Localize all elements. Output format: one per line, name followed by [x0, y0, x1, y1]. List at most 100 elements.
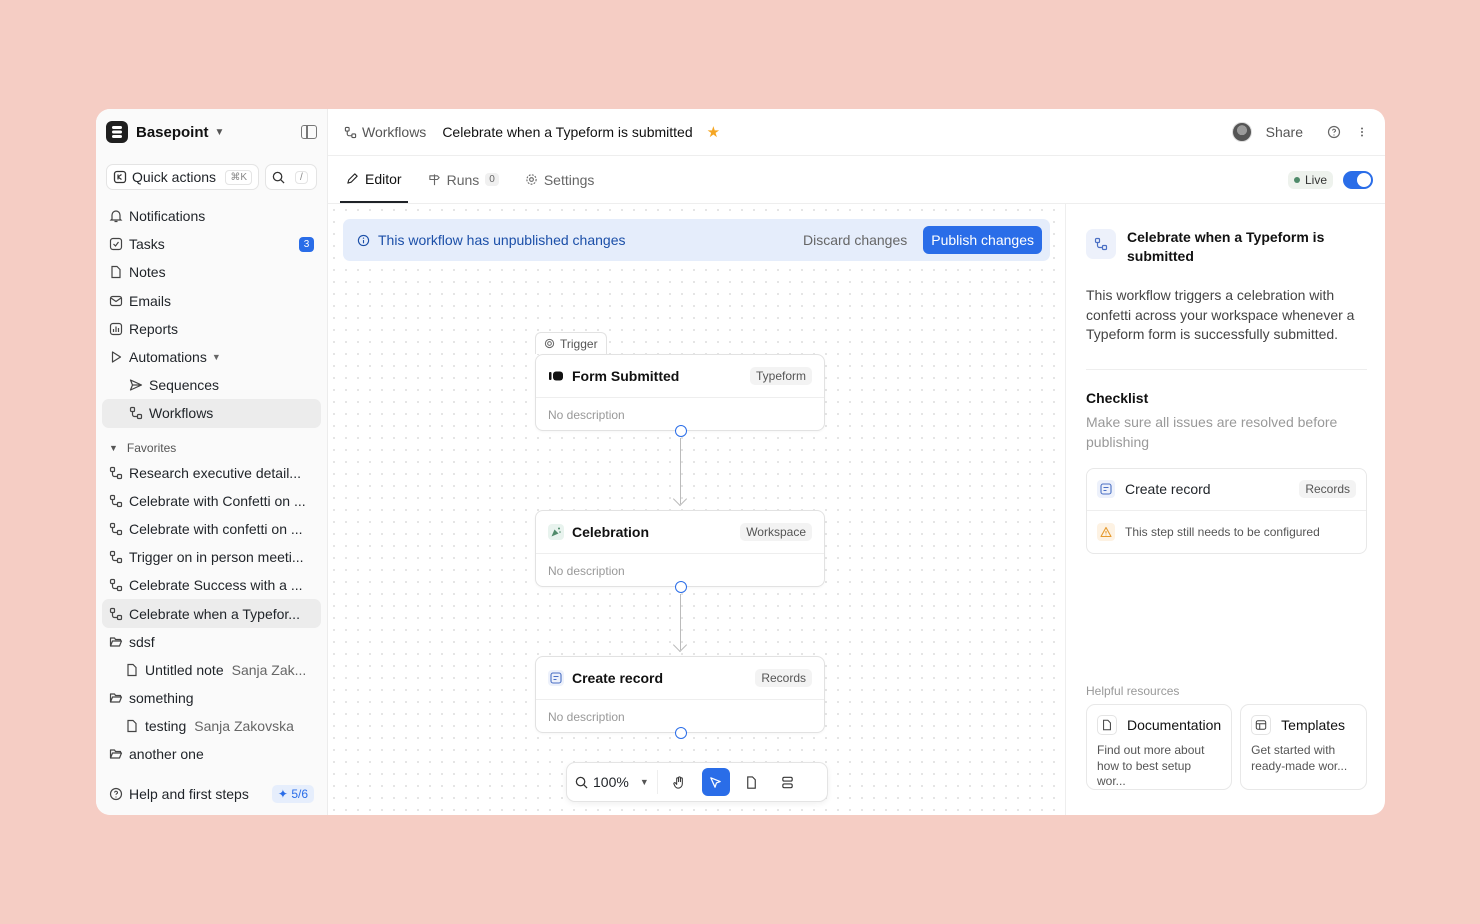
zoom-control[interactable]: 100% ▼ — [575, 770, 658, 794]
note-item[interactable]: Untitled note Sanja Zak... — [96, 656, 327, 684]
tab-editor[interactable]: Editor — [340, 156, 408, 203]
favorites-header[interactable]: ▼ Favorites — [96, 437, 327, 459]
help-label: Help and first steps — [129, 785, 249, 802]
templates-card[interactable]: Templates Get started with ready-made wo… — [1240, 704, 1367, 790]
favorite-item[interactable]: Celebrate with confetti on ... — [96, 515, 327, 543]
quick-actions-button[interactable]: Quick actions ⌘K — [106, 164, 259, 190]
resource-description: Find out more about how to best setup wo… — [1097, 743, 1205, 788]
chevron-down-icon: ▼ — [214, 126, 225, 138]
arrow-down-icon — [672, 637, 688, 653]
favorite-item-active[interactable]: Celebrate when a Typefor... — [102, 599, 321, 628]
tab-settings[interactable]: Settings — [519, 156, 601, 203]
record-icon — [548, 670, 564, 686]
discard-changes-button[interactable]: Discard changes — [803, 232, 907, 248]
help-circle-icon — [109, 787, 123, 800]
folder-label: sdsf — [129, 633, 155, 650]
hand-tool-button[interactable] — [666, 768, 694, 796]
mail-icon — [109, 295, 123, 306]
nav-item-reports[interactable]: Reports — [96, 315, 327, 343]
avatar[interactable] — [1231, 122, 1252, 142]
note-item[interactable]: testing Sanja Zakovska — [96, 712, 327, 740]
favorite-item[interactable]: Celebrate Success with a ... — [96, 571, 327, 599]
node-tag: Typeform — [749, 367, 812, 385]
workflow-node-form-submitted[interactable]: Form Submitted Typeform No description — [535, 354, 825, 437]
note-owner: Sanja Zakovska — [194, 718, 294, 735]
workflow-icon — [109, 551, 123, 564]
folder-open-icon — [109, 637, 123, 647]
favorite-item[interactable]: Trigger on in person meeti... — [96, 543, 327, 571]
unpublished-banner: This workflow has unpublished changes Di… — [343, 219, 1050, 261]
folder-item[interactable]: something — [96, 684, 327, 712]
send-icon — [129, 379, 143, 391]
search-icon — [575, 776, 588, 789]
publish-changes-button[interactable]: Publish changes — [923, 226, 1042, 254]
nav-item-workflows[interactable]: Workflows — [102, 399, 321, 428]
arrow-down-icon — [672, 491, 688, 507]
help-progress-value: 5/6 — [291, 786, 308, 801]
note-label: testing — [145, 718, 187, 735]
note-tool-button[interactable] — [738, 768, 766, 796]
workspace-switcher[interactable]: Basepoint ▼ — [96, 109, 327, 155]
chevron-down-icon: ▼ — [109, 442, 118, 453]
node-tag: Workspace — [740, 523, 812, 541]
bell-icon — [109, 210, 123, 223]
resource-description: Get started with ready-made wor... — [1251, 743, 1348, 773]
checkbox-icon — [109, 238, 123, 251]
nav-label: Emails — [129, 292, 172, 309]
workflow-canvas[interactable]: This workflow has unpublished changes Di… — [328, 204, 1065, 815]
help-and-first-steps[interactable]: Help and first steps ✦ 5/6 — [96, 779, 327, 807]
workflow-icon — [109, 522, 123, 536]
folder-item[interactable]: sdsf — [96, 628, 327, 656]
help-circle-icon[interactable] — [1327, 125, 1341, 139]
nav-item-automations[interactable]: Automations ▼ — [96, 343, 327, 371]
trigger-text: Trigger — [560, 336, 598, 351]
select-tool-button[interactable] — [701, 768, 730, 796]
runs-count: 0 — [485, 173, 499, 186]
info-icon — [357, 234, 370, 246]
live-status-badge: Live — [1287, 170, 1333, 189]
nav-item-sequences[interactable]: Sequences — [96, 371, 327, 399]
confetti-icon — [548, 524, 564, 540]
sidebar-toggle-icon[interactable] — [301, 125, 317, 139]
favorite-item[interactable]: Research executive detail... — [96, 459, 327, 487]
panel-title: Celebrate when a Typeform is submitted — [1127, 229, 1325, 264]
nav-label: Sequences — [149, 377, 220, 394]
star-icon[interactable]: ★ — [707, 123, 720, 141]
nav-item-notifications[interactable]: Notifications — [96, 202, 327, 230]
quick-actions-icon — [113, 170, 127, 184]
nav-item-emails[interactable]: Emails — [96, 287, 327, 315]
template-icon — [1251, 715, 1272, 735]
page-title: Celebrate when a Typeform is submitted — [442, 124, 693, 140]
breadcrumb-workflows[interactable]: Workflows — [344, 124, 426, 140]
node-output-port[interactable] — [675, 727, 687, 739]
warning-icon — [1097, 522, 1115, 541]
layout-tool-button[interactable] — [774, 768, 802, 796]
more-vertical-icon[interactable] — [1355, 125, 1369, 139]
share-button[interactable]: Share — [1266, 124, 1303, 140]
favorite-item[interactable]: Celebrate with Confetti on ... — [96, 487, 327, 515]
document-icon — [1097, 715, 1117, 735]
node-output-port[interactable] — [675, 581, 687, 593]
live-toggle[interactable] — [1343, 170, 1373, 189]
checklist-warning: This step still needs to be configured — [1125, 524, 1320, 539]
sparkle-icon: ✦ — [277, 786, 292, 801]
nav-item-notes[interactable]: Notes — [96, 258, 327, 286]
workflow-node-celebration[interactable]: Celebration Workspace No description — [535, 510, 825, 593]
document-icon — [127, 720, 137, 733]
workflow-node-create-record[interactable]: Create record Records No description — [535, 656, 825, 739]
checklist-item[interactable]: Create record Records This step still ne… — [1086, 467, 1367, 554]
cursor-icon — [710, 776, 722, 788]
note-label: Untitled note — [145, 661, 224, 678]
tab-runs[interactable]: Runs 0 — [422, 156, 505, 203]
folder-item[interactable]: another one — [96, 740, 327, 768]
quick-actions-shortcut: ⌘K — [225, 169, 252, 185]
main-area: Workflows Celebrate when a Typeform is s… — [328, 109, 1385, 815]
tab-label: Settings — [543, 171, 595, 188]
documentation-card[interactable]: Documentation Find out more about how to… — [1086, 704, 1233, 790]
resource-title: Documentation — [1127, 717, 1222, 733]
nav-item-tasks[interactable]: Tasks 3 — [96, 230, 327, 258]
search-shortcut: / — [295, 170, 308, 184]
search-button[interactable]: / — [265, 164, 317, 190]
node-output-port[interactable] — [675, 425, 687, 437]
workflow-icon — [129, 407, 143, 420]
